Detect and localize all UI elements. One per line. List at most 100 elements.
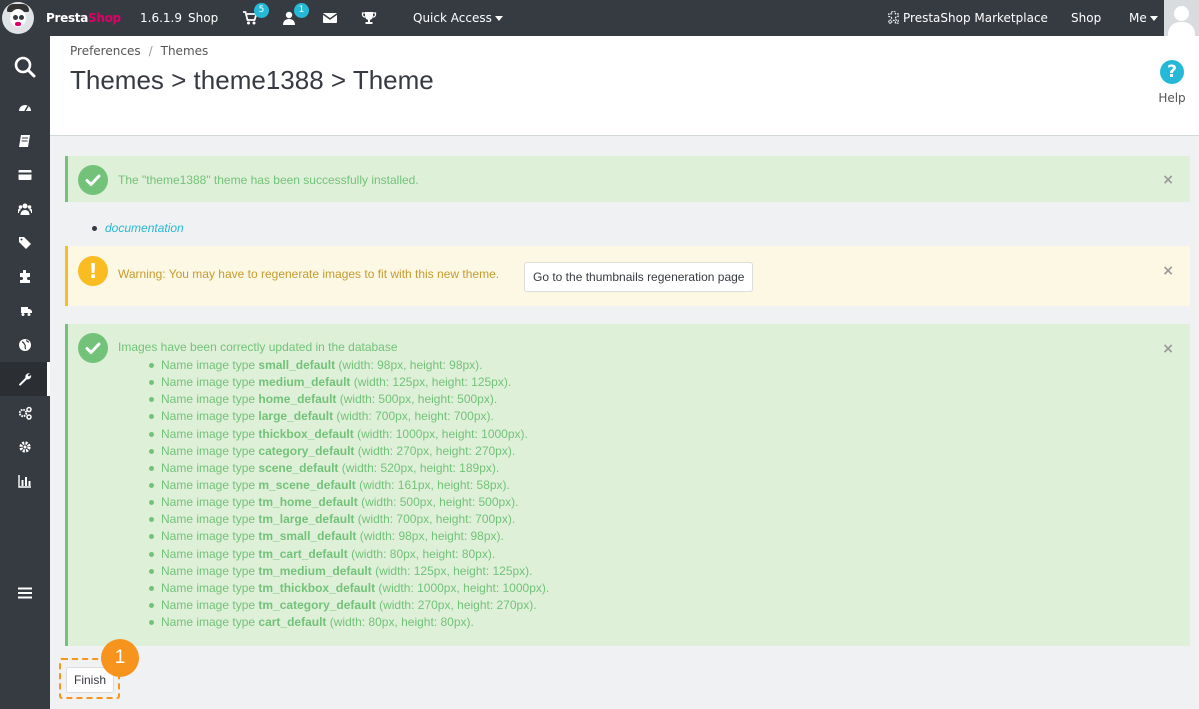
shop-link[interactable]: Shop [1071,0,1101,36]
page-title: Themes > theme1388 > Theme [70,65,434,95]
image-type-prefix: Name image type [161,460,259,475]
me-dropdown[interactable]: Me [1129,0,1158,36]
breadcrumb-item[interactable]: Preferences [70,44,141,58]
image-type-prefix: Name image type [161,597,259,612]
image-type-name: tm_home_default [258,495,358,510]
thumbnails-regeneration-button[interactable]: Go to the thumbnails regeneration page [524,262,754,292]
image-type-prefix: Name image type [161,477,259,492]
image-type-name: tm_large_default [258,512,355,527]
sidebar-item-administration[interactable] [0,430,50,464]
breadcrumb-item[interactable]: Themes [161,44,209,58]
question-icon: ? [1160,60,1184,84]
image-type-name: thickbox_default [258,426,354,441]
help-button[interactable]: ? Help [1146,60,1198,105]
sidebar-item-modules[interactable] [0,260,50,294]
quick-access-dropdown[interactable]: Quick Access [413,0,503,36]
image-type-prefix: Name image type [161,358,259,372]
image-type-item: Name image type tm_thickbox_default (wid… [148,580,549,597]
shop-name-link[interactable]: Shop [188,0,218,36]
image-type-name: tm_category_default [258,597,376,612]
image-type-name: tm_cart_default [258,546,348,561]
sidebar-collapse-toggle[interactable] [0,576,50,610]
sidebar-item-shipping[interactable] [0,294,50,328]
puzzle-icon [20,270,30,283]
customers-badge: 1 [294,3,309,18]
image-type-item: Name image type medium_default (width: 1… [148,374,549,391]
image-type-item: Name image type small_default (width: 98… [148,357,549,374]
image-type-name: medium_default [258,375,351,390]
image-type-prefix: Name image type [161,563,259,578]
version-label: 1.6.1.9 [140,11,182,25]
sidebar-item-preferences[interactable] [0,362,50,396]
envelope-icon[interactable] [322,10,338,26]
alert-message: Warning: You may have to regenerate imag… [118,267,500,281]
sidebar-item-dashboard[interactable] [0,90,50,124]
breadcrumb: Preferences / Themes [70,44,209,58]
image-type-item: Name image type home_default (width: 500… [148,391,549,408]
truck-icon [21,307,32,316]
help-label: Help [1158,91,1186,105]
image-type-item: Name image type tm_home_default (width: … [148,494,549,511]
sidebar-search[interactable] [0,49,50,85]
image-type-name: scene_default [258,460,339,475]
image-type-dimensions: (width: 1000px, height: 1000px). [375,580,550,595]
image-type-item: Name image type tm_small_default (width:… [148,528,549,545]
image-type-dimensions: (width: 520px, height: 189px). [338,460,500,475]
exclamation-icon: ! [78,256,108,286]
regenerate-warning-alert: ! Warning: You may have to regenerate im… [65,246,1190,306]
sidebar-item-price-rules[interactable] [0,226,50,260]
user-avatar[interactable] [1164,0,1199,36]
sidebar-item-orders[interactable] [0,158,50,192]
sidebar-item-localization[interactable] [0,328,50,362]
marketplace-link[interactable]: PrestaShop Marketplace [887,0,1048,36]
image-type-prefix: Name image type [161,409,259,424]
sidebar-item-customers[interactable] [0,192,50,226]
alert-message: Images have been correctly updated in th… [118,340,398,354]
image-type-prefix: Name image type [161,529,259,544]
image-type-item: Name image type category_default (width:… [148,443,549,460]
image-type-item: Name image type m_scene_default (width: … [148,477,549,494]
image-type-prefix: Name image type [161,580,259,595]
image-type-name: small_default [258,358,336,372]
image-type-dimensions: (width: 500px, height: 500px). [357,495,519,510]
image-type-dimensions: (width: 500px, height: 500px). [336,392,498,407]
image-type-item: Name image type tm_medium_default (width… [148,563,549,580]
close-icon[interactable]: × [1162,263,1174,279]
image-type-prefix: Name image type [161,392,259,407]
image-type-name: cart_default [258,615,327,630]
bar-chart-icon [18,475,31,488]
image-types-list: Name image type small_default (width: 98… [148,357,549,631]
image-type-dimensions: (width: 80px, height: 80px). [326,615,474,630]
tags-icon [19,237,31,249]
menu-icon [18,587,32,599]
close-icon[interactable]: × [1162,172,1174,188]
bullet [92,226,97,232]
check-circle-icon [78,333,108,363]
image-type-item: Name image type thickbox_default (width:… [148,426,549,443]
sidebar-item-advanced-parameters[interactable] [0,396,50,430]
image-type-prefix: Name image type [161,615,259,630]
close-icon[interactable]: × [1162,341,1174,357]
image-type-prefix: Name image type [161,495,259,510]
image-type-dimensions: (width: 125px, height: 125px). [350,375,512,390]
brand-name[interactable]: PrestaShop [46,0,121,36]
image-type-dimensions: (width: 270px, height: 270px). [375,597,537,612]
step-marker: 1 [101,639,139,677]
image-type-dimensions: (width: 98px, height: 98px). [335,358,483,372]
catalog-icon [19,135,30,147]
image-type-dimensions: (width: 80px, height: 80px). [347,546,496,561]
sidebar-item-stats[interactable] [0,464,50,498]
prestashop-logo[interactable] [2,2,34,34]
image-type-dimensions: (width: 98px, height: 98px). [356,529,504,544]
documentation-link[interactable]: documentation [105,221,184,235]
search-icon [14,56,36,78]
users-icon [18,203,32,215]
image-type-item: Name image type scene_default (width: 52… [148,460,549,477]
sidebar-item-catalog[interactable] [0,124,50,158]
image-type-prefix: Name image type [161,426,259,441]
image-type-dimensions: (width: 1000px, height: 1000px). [353,426,528,441]
image-type-dimensions: (width: 161px, height: 58px). [355,477,510,492]
trophy-icon[interactable] [361,10,377,26]
image-type-name: tm_small_default [258,529,357,544]
cogs-icon [18,406,32,420]
